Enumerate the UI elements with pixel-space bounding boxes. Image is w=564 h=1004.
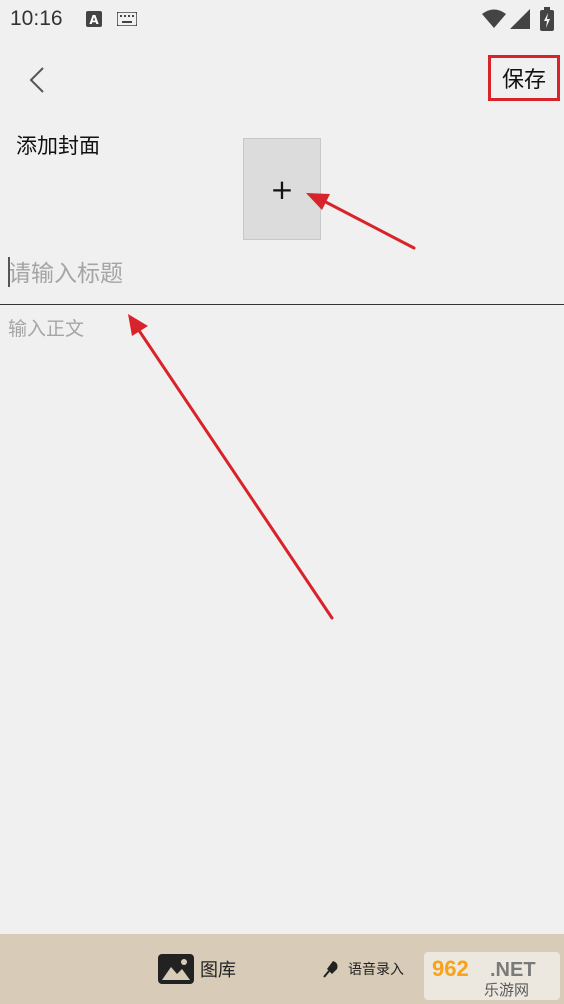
keyboard-icon — [117, 12, 137, 26]
image-icon — [158, 954, 194, 984]
gallery-button[interactable]: 图库 — [158, 951, 236, 987]
svg-text:962: 962 — [432, 956, 469, 981]
status-bar: 10:16 A — [0, 0, 564, 38]
title-divider — [0, 304, 564, 305]
signal-icon — [510, 9, 530, 29]
body-input[interactable] — [8, 314, 556, 914]
voice-input-button[interactable]: 语音录入 — [322, 955, 404, 983]
status-time: 10:16 — [10, 7, 63, 30]
add-cover-button[interactable]: + — [243, 138, 321, 240]
gallery-label: 图库 — [200, 960, 236, 981]
battery-icon — [540, 7, 554, 31]
annotation-arrow — [316, 196, 416, 250]
svg-text:A: A — [89, 13, 99, 27]
plus-icon: + — [270, 172, 294, 206]
back-button[interactable] — [22, 62, 52, 98]
voice-input-label: 语音录入 — [348, 962, 404, 978]
a-notification-icon: A — [86, 11, 102, 27]
wifi-icon — [482, 9, 506, 28]
svg-text:.NET: .NET — [490, 959, 536, 981]
chevron-left-icon — [29, 67, 44, 93]
microphone-icon — [323, 961, 338, 978]
title-input[interactable] — [8, 254, 556, 294]
site-watermark-logo: 962 .NET 乐游网 — [424, 952, 560, 1000]
save-button[interactable]: 保存 — [493, 60, 555, 96]
add-cover-label: 添加封面 — [16, 134, 100, 158]
svg-text:乐游网: 乐游网 — [484, 981, 529, 999]
text-caret — [8, 257, 10, 287]
